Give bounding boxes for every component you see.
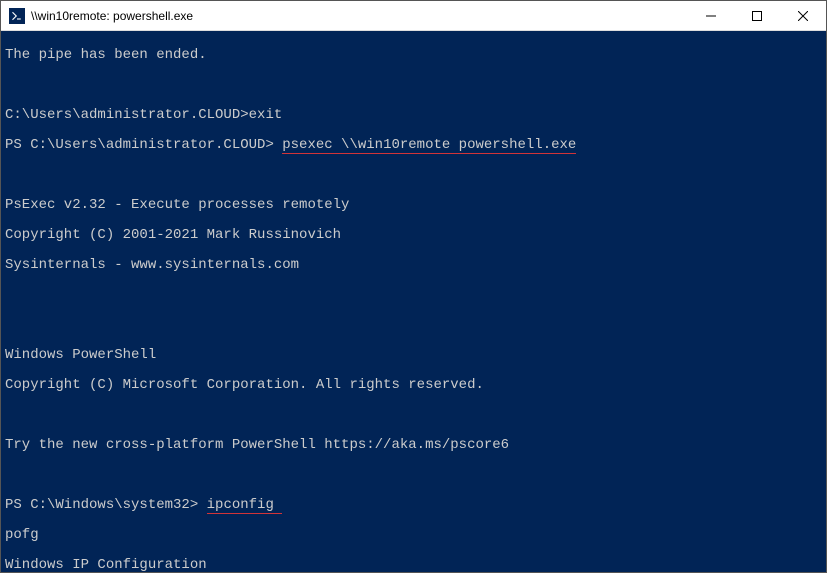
output-line: The pipe has been ended. [5,48,822,63]
output-line [5,288,822,303]
output-line [5,168,822,183]
output-line [5,318,822,333]
terminal-content[interactable]: The pipe has been ended. C:\Users\admini… [1,31,826,572]
close-icon [798,11,808,21]
minimize-button[interactable] [688,1,734,30]
output-line [5,408,822,423]
powershell-icon [9,8,25,24]
output-line [5,468,822,483]
output-line: Copyright (C) Microsoft Corporation. All… [5,378,822,393]
output-line: Windows IP Configuration [5,558,822,572]
minimize-icon [706,11,716,21]
output-line: PsExec v2.32 - Execute processes remotel… [5,198,822,213]
close-button[interactable] [780,1,826,30]
output-line: Copyright (C) 2001-2021 Mark Russinovich [5,228,822,243]
command-highlighted: psexec \\win10remote powershell.exe [282,137,576,154]
output-line: Sysinternals - www.sysinternals.com [5,258,822,273]
window-titlebar: \\win10remote: powershell.exe [1,1,826,31]
output-line: pofg [5,528,822,543]
prompt-line: PS C:\Windows\system32> ipconfig [5,498,822,513]
output-line: Try the new cross-platform PowerShell ht… [5,438,822,453]
maximize-button[interactable] [734,1,780,30]
prompt-line: PS C:\Users\administrator.CLOUD> psexec … [5,138,822,153]
prompt: C:\Users\administrator.CLOUD> [5,107,249,123]
command: exit [249,107,283,123]
output-line: Windows PowerShell [5,348,822,363]
output-line [5,78,822,93]
prompt: PS C:\Windows\system32> [5,497,207,513]
maximize-icon [752,11,762,21]
prompt: PS C:\Users\administrator.CLOUD> [5,137,282,153]
window-title: \\win10remote: powershell.exe [31,9,688,23]
prompt-line: C:\Users\administrator.CLOUD>exit [5,108,822,123]
command-highlighted: ipconfig [207,497,283,514]
window-controls [688,1,826,30]
